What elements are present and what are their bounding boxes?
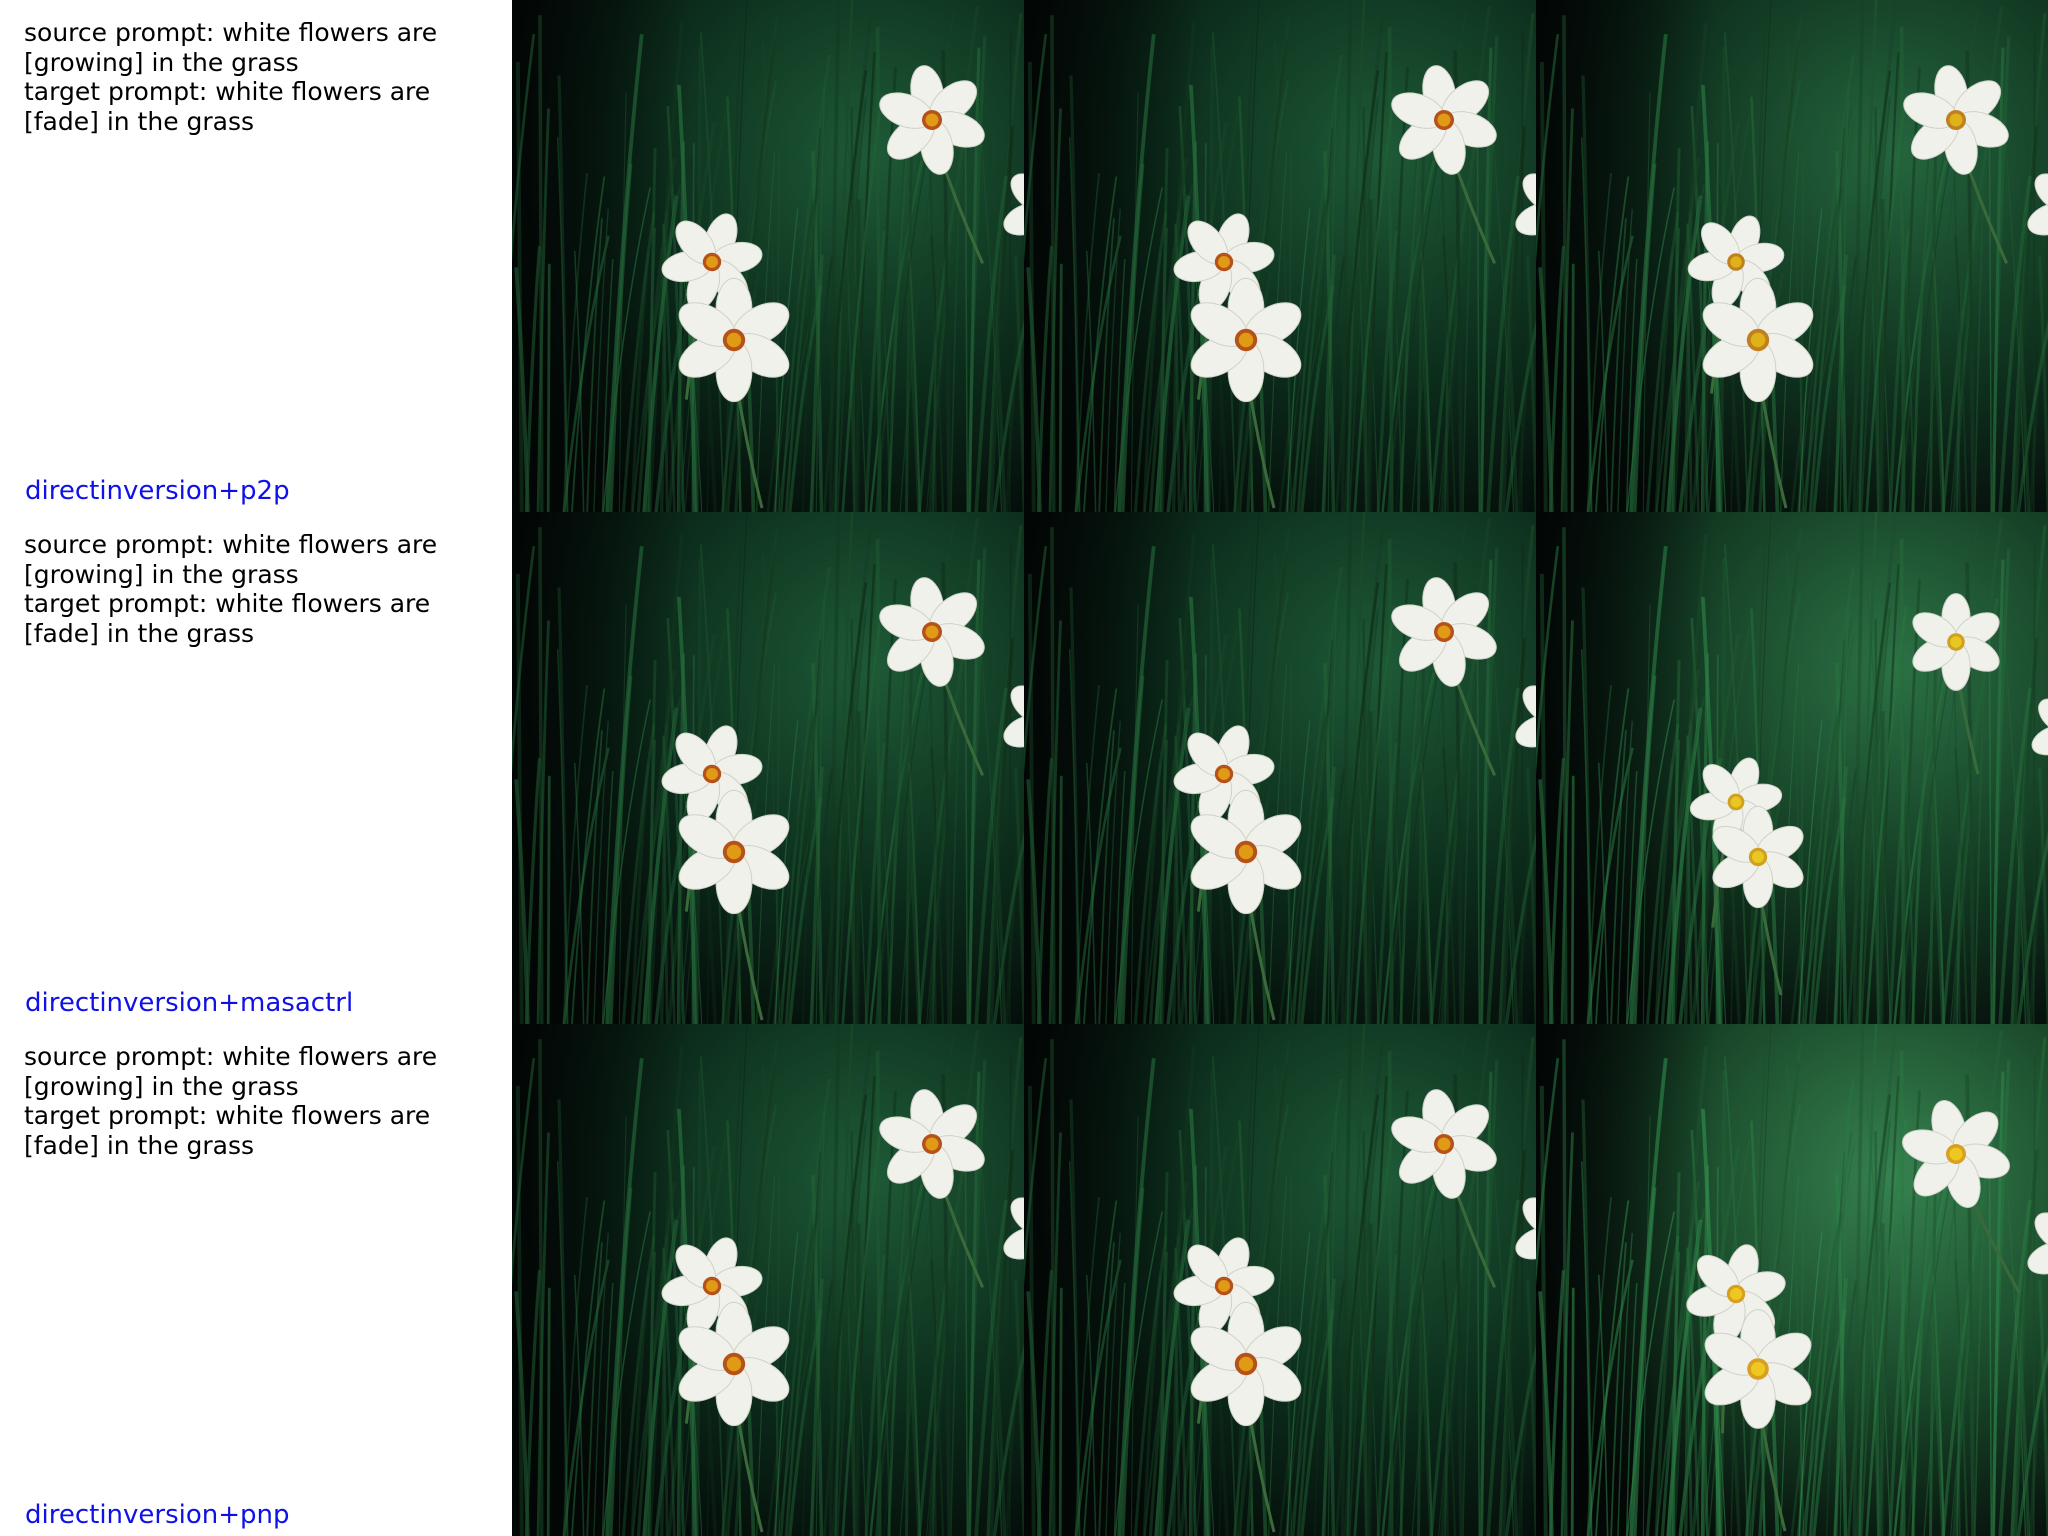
- edited-image: [1536, 0, 2048, 512]
- source-prompt-line1: source prompt: white flowers are: [24, 530, 438, 559]
- row-label-masactrl: source prompt: white flowers are [growin…: [0, 512, 512, 1024]
- target-prompt-line1: target prompt: white flowers are: [24, 77, 431, 106]
- method-label: directinversion+p2p: [25, 476, 290, 506]
- source-image: [512, 1024, 1024, 1536]
- prompt-text: source prompt: white flowers are [growin…: [24, 18, 494, 136]
- edited-image: [1536, 512, 2048, 1024]
- row-label-pnp: source prompt: white flowers are [growin…: [0, 1024, 512, 1536]
- reconstructed-image: [1024, 1024, 1536, 1536]
- target-prompt-line2: [fade] in the grass: [24, 618, 255, 648]
- prompt-text: source prompt: white flowers are [growin…: [24, 530, 494, 648]
- comparison-grid: source prompt: white flowers are [growin…: [0, 0, 2048, 1536]
- source-image: [512, 0, 1024, 512]
- source-image: [512, 512, 1024, 1024]
- edited-image: [1536, 1024, 2048, 1536]
- method-label: directinversion+masactrl: [25, 988, 354, 1018]
- target-prompt-line2: [fade] in the grass: [24, 1130, 255, 1160]
- target-prompt-line2: [fade] in the grass: [24, 106, 255, 136]
- reconstructed-image: [1024, 0, 1536, 512]
- row-label-p2p: source prompt: white flowers are [growin…: [0, 0, 512, 512]
- source-prompt-line2: [growing] in the grass: [24, 1071, 299, 1101]
- reconstructed-image: [1024, 512, 1536, 1024]
- prompt-text: source prompt: white flowers are [growin…: [24, 1042, 494, 1160]
- source-prompt-line2: [growing] in the grass: [24, 47, 299, 77]
- target-prompt-line1: target prompt: white flowers are: [24, 1101, 431, 1130]
- source-prompt-line2: [growing] in the grass: [24, 559, 299, 589]
- target-prompt-line1: target prompt: white flowers are: [24, 589, 431, 618]
- source-prompt-line1: source prompt: white flowers are: [24, 18, 438, 47]
- source-prompt-line1: source prompt: white flowers are: [24, 1042, 438, 1071]
- method-label: directinversion+pnp: [25, 1500, 290, 1530]
